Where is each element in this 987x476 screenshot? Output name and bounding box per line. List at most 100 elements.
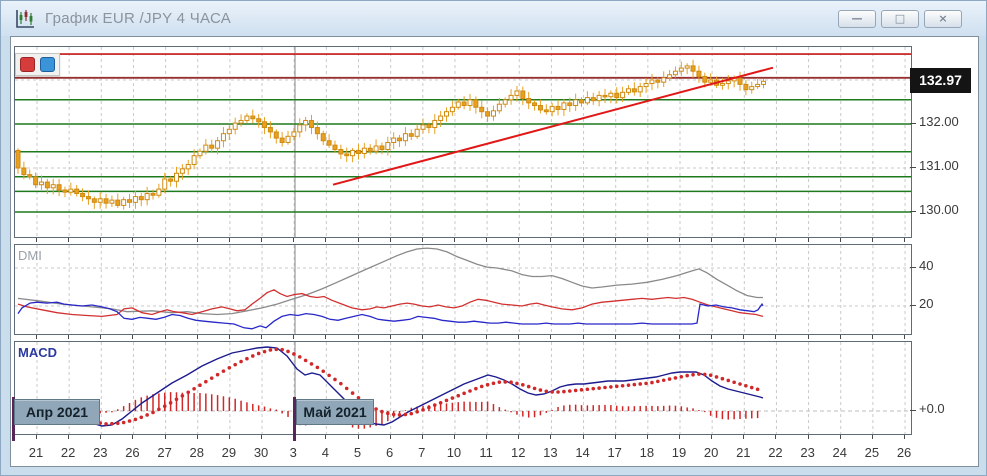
time-axis-tick: [647, 435, 648, 439]
time-tick-label: 12: [501, 445, 535, 460]
time-axis-tick: [36, 435, 37, 439]
time-axis-tick: [36, 238, 37, 242]
time-axis-tick: [229, 435, 230, 439]
time-axis-tick: [422, 435, 423, 439]
time-tick-label: 5: [341, 445, 375, 460]
time-tick-label: 4: [308, 445, 342, 460]
time-axis-tick: [454, 335, 455, 339]
time-tick-label: 13: [533, 445, 567, 460]
time-axis-tick: [422, 335, 423, 339]
price-chart-panel[interactable]: [14, 46, 912, 238]
time-axis-tick: [132, 435, 133, 439]
time-axis-tick: [679, 435, 680, 439]
time-axis-tick: [518, 435, 519, 439]
time-axis-tick: [229, 335, 230, 339]
blue-tool-button[interactable]: [40, 57, 55, 72]
time-axis-tick: [165, 335, 166, 339]
time-axis-tick: [422, 238, 423, 242]
price-tick-label: 131.00: [919, 158, 959, 173]
time-axis-tick: [486, 238, 487, 242]
time-axis-tick: [390, 435, 391, 439]
time-tick-label: 20: [694, 445, 728, 460]
price-tick-label: 130.00: [919, 202, 959, 217]
time-tick-label: 24: [823, 445, 857, 460]
time-axis-tick: [711, 435, 712, 439]
time-axis-tick: [550, 435, 551, 439]
month-label-may: Май 2021: [296, 399, 374, 425]
time-axis-tick: [486, 335, 487, 339]
time-tick-label: 14: [566, 445, 600, 460]
time-axis-tick: [261, 238, 262, 242]
time-tick-label: 18: [630, 445, 664, 460]
red-tool-button[interactable]: [20, 57, 35, 72]
minimize-button[interactable]: —: [838, 10, 876, 28]
macd-axis-tick: [910, 410, 916, 411]
time-axis-tick: [197, 238, 198, 242]
month-label-apr: Апр 2021: [14, 399, 100, 425]
time-axis-tick: [261, 435, 262, 439]
time-axis-tick: [615, 335, 616, 339]
time-tick-label: 6: [373, 445, 407, 460]
time-axis-tick: [872, 335, 873, 339]
dmi-label: DMI: [18, 248, 42, 263]
dmi-axis-tick: [910, 267, 916, 268]
macd-label: MACD: [18, 345, 57, 360]
time-axis-tick: [518, 335, 519, 339]
time-tick-label: 26: [887, 445, 921, 460]
time-axis-tick: [358, 435, 359, 439]
time-axis-tick: [583, 238, 584, 242]
time-axis-tick: [550, 238, 551, 242]
dmi-panel[interactable]: [14, 244, 912, 335]
titlebar[interactable]: График EUR /JPY 4 ЧАСА — □ ×: [1, 1, 986, 36]
candlestick-chart-icon: [13, 7, 37, 31]
time-axis-tick: [358, 238, 359, 242]
time-axis-tick: [486, 435, 487, 439]
time-axis-tick: [679, 335, 680, 339]
time-axis-tick: [293, 238, 294, 242]
time-axis-tick: [454, 435, 455, 439]
chart-mini-toolbar: [15, 53, 60, 76]
time-axis-tick: [743, 335, 744, 339]
time-axis-tick: [583, 335, 584, 339]
time-axis-tick: [872, 238, 873, 242]
time-axis-tick: [325, 335, 326, 339]
macd-tick-label: +0.0: [919, 401, 945, 416]
time-axis-tick: [165, 435, 166, 439]
maximize-button[interactable]: □: [881, 10, 919, 28]
price-tick-label: 132.00: [919, 114, 959, 129]
trendline[interactable]: [333, 68, 773, 185]
time-axis-tick: [711, 238, 712, 242]
time-tick-label: 29: [212, 445, 246, 460]
time-axis-tick: [36, 335, 37, 339]
time-axis-tick: [293, 335, 294, 339]
time-tick-label: 17: [598, 445, 632, 460]
price-axis-tick: [910, 123, 916, 124]
time-axis-tick: [743, 238, 744, 242]
time-axis-tick: [808, 435, 809, 439]
chart-window: График EUR /JPY 4 ЧАСА — □ × DMI MACD 13…: [0, 0, 987, 476]
time-tick-label: 30: [244, 445, 278, 460]
time-axis-tick: [840, 335, 841, 339]
time-tick-label: 23: [791, 445, 825, 460]
time-tick-label: 10: [437, 445, 471, 460]
time-axis-tick: [390, 238, 391, 242]
time-tick-label: 27: [148, 445, 182, 460]
time-axis-tick: [904, 238, 905, 242]
time-axis-tick: [583, 435, 584, 439]
time-axis-tick: [325, 238, 326, 242]
time-axis-tick: [904, 335, 905, 339]
close-button[interactable]: ×: [924, 10, 962, 28]
time-axis-tick: [808, 238, 809, 242]
dmi-tick-label: 20: [919, 296, 933, 311]
macd-panel[interactable]: [14, 341, 912, 435]
time-tick-label: 22: [51, 445, 85, 460]
time-axis-tick: [229, 238, 230, 242]
time-tick-label: 21: [19, 445, 53, 460]
time-axis-tick: [518, 238, 519, 242]
window-title: График EUR /JPY 4 ЧАСА: [45, 10, 231, 27]
time-axis-tick: [550, 335, 551, 339]
dmi-tick-label: 40: [919, 258, 933, 273]
price-axis-tick: [910, 211, 916, 212]
time-tick-label: 23: [83, 445, 117, 460]
time-tick-label: 21: [726, 445, 760, 460]
